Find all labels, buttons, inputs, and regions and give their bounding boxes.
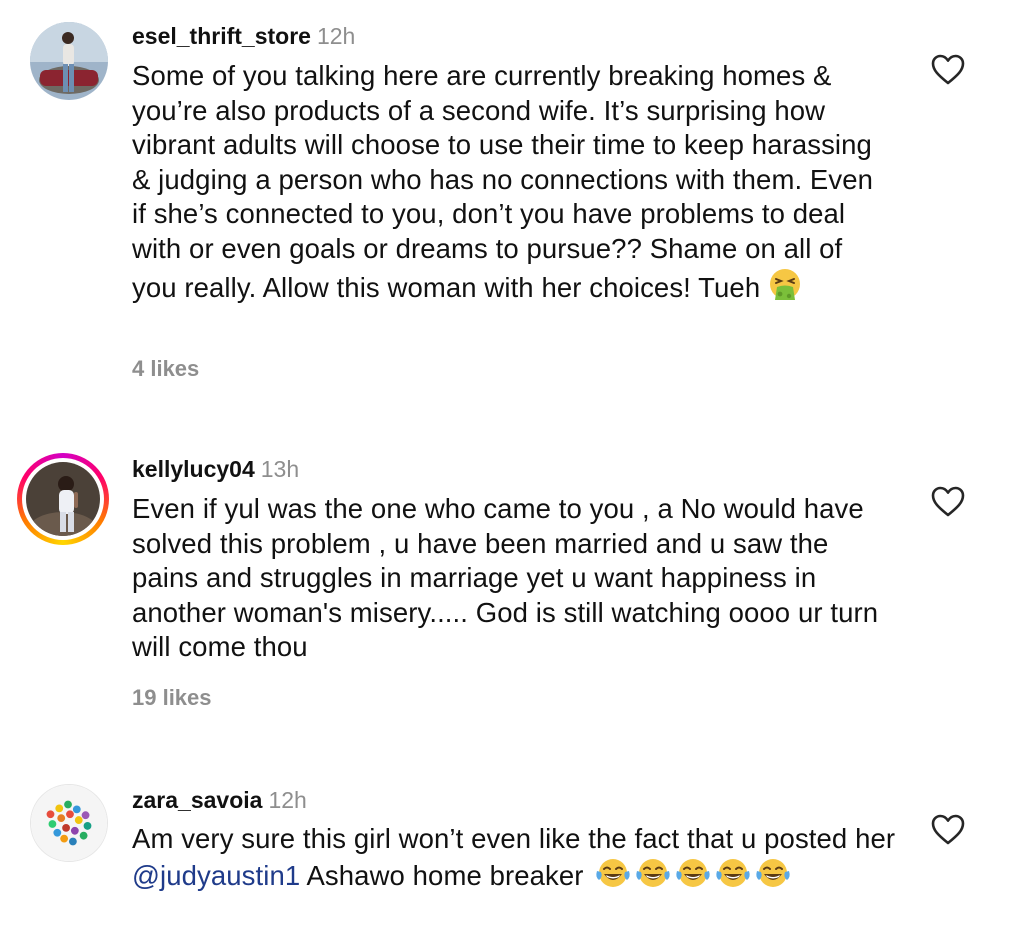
heart-outline-icon[interactable] (930, 52, 966, 86)
comment-text: Am very sure this girl won’t even like t… (132, 822, 902, 897)
heart-outline-icon[interactable] (930, 484, 966, 518)
likes-count[interactable]: 4 likes (132, 356, 199, 382)
avatar[interactable] (26, 462, 100, 536)
likes-count[interactable]: 19 likes (132, 685, 212, 711)
comment-body-end: Ashawo home breaker (306, 859, 584, 891)
comment-text: Some of you talking here are currently b… (132, 59, 892, 309)
mention-link[interactable]: @judyaustin1 (132, 860, 300, 891)
story-ring[interactable] (17, 453, 109, 545)
comment-body: Am very sure this girl won’t even like t… (132, 823, 896, 854)
avatar[interactable] (30, 784, 108, 862)
timestamp: 12h (316, 23, 356, 49)
username[interactable]: kellylucy04 (132, 456, 255, 482)
timestamp: 12h (268, 787, 307, 813)
comment-header: esel_thrift_store 12h (132, 22, 355, 50)
tears-of-joy-face-icon (595, 857, 631, 898)
comment-header: zara_savoia 12h (132, 786, 307, 814)
comment-body: Some of you talking here are currently b… (132, 60, 874, 303)
avatar[interactable] (30, 22, 108, 100)
tears-of-joy-face-icon (635, 857, 671, 898)
vomiting-face-icon (768, 267, 802, 310)
comment-header: kellylucy04 13h (132, 455, 299, 483)
tears-of-joy-face-icon (675, 857, 711, 898)
heart-outline-icon[interactable] (930, 812, 966, 846)
tears-of-joy-face-icon (715, 857, 751, 898)
tears-of-joy-face-icon (755, 857, 791, 898)
username[interactable]: esel_thrift_store (132, 23, 311, 49)
emoji-group (591, 858, 791, 891)
username[interactable]: zara_savoia (132, 787, 262, 813)
comment-text: Even if yul was the one who came to you … (132, 493, 879, 663)
timestamp: 13h (260, 456, 300, 482)
